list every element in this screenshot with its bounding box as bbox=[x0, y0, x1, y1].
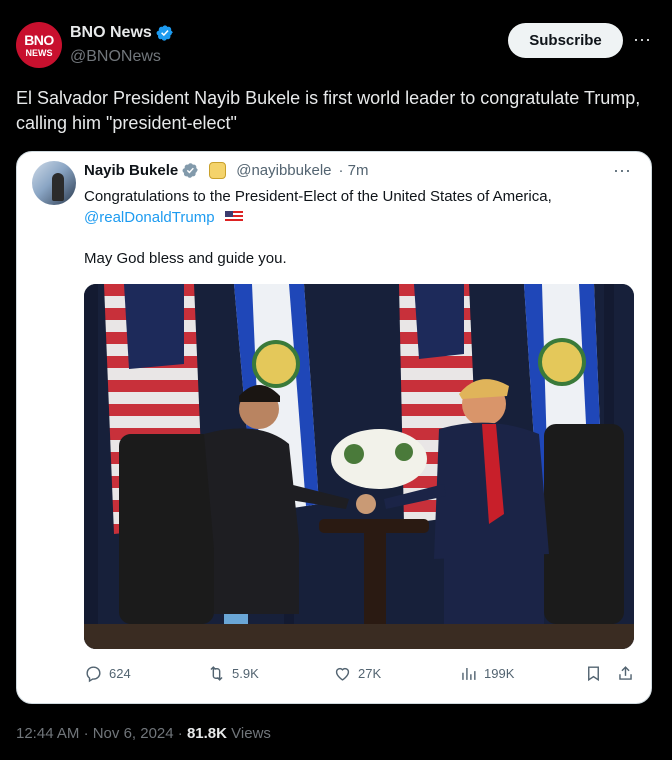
quote-author-name: Nayib Bukele bbox=[84, 162, 179, 179]
quote-action-bar: 624 5.9K 27K 199K bbox=[84, 664, 644, 688]
share-button[interactable] bbox=[616, 664, 635, 683]
mention-link[interactable]: @realDonaldTrump bbox=[84, 209, 215, 226]
quote-avatar[interactable] bbox=[32, 161, 76, 205]
avatar-logo-top: BNO bbox=[24, 31, 54, 48]
affiliate-badge-icon bbox=[209, 162, 227, 179]
bno-avatar[interactable]: BNO NEWS bbox=[16, 22, 62, 68]
quote-text-line1: Congratulations to the President-Elect o… bbox=[84, 188, 552, 205]
quote-author[interactable]: Nayib Bukele @nayibbukele · 7m bbox=[84, 162, 369, 179]
repost-icon bbox=[210, 666, 223, 681]
reply-button[interactable]: 624 bbox=[84, 664, 131, 683]
photo-handshake-image bbox=[84, 284, 634, 649]
tweet-view-count: 81.8K bbox=[186, 725, 227, 742]
views-count: 199K bbox=[484, 666, 515, 681]
quote-time: · 7m bbox=[338, 162, 369, 179]
heart-icon bbox=[335, 667, 350, 681]
quote-photo[interactable] bbox=[84, 284, 634, 649]
avatar-logo-bottom: NEWS bbox=[25, 47, 53, 58]
us-flag-emoji-icon bbox=[224, 211, 243, 223]
repost-button[interactable]: 5.9K bbox=[207, 664, 259, 683]
more-options-icon[interactable]: ··· bbox=[630, 28, 654, 52]
like-count: 27K bbox=[358, 666, 382, 681]
bookmark-button[interactable] bbox=[584, 664, 603, 683]
verified-badge-icon bbox=[156, 25, 173, 41]
like-button[interactable]: 27K bbox=[333, 664, 381, 683]
tweet-text: El Salvador President Nayib Bukele is fi… bbox=[16, 88, 641, 133]
verified-badge-icon bbox=[182, 163, 198, 178]
quote-handle: @nayibbukele bbox=[236, 162, 332, 179]
quote-text: Congratulations to the President-Elect o… bbox=[84, 186, 624, 228]
author-handle[interactable]: @BNONews bbox=[70, 48, 161, 66]
author-name-text: BNO News bbox=[70, 24, 152, 41]
share-icon bbox=[619, 666, 632, 680]
reply-count: 624 bbox=[109, 666, 131, 681]
repost-count: 5.9K bbox=[232, 666, 259, 681]
views-button[interactable]: 199K bbox=[459, 664, 514, 683]
author-name[interactable]: BNO News bbox=[70, 24, 174, 42]
quote-text-line2: May God bless and guide you. bbox=[84, 250, 287, 267]
tweet-time[interactable]: 12:44 AM bbox=[16, 725, 79, 742]
quoted-tweet-card[interactable]: Nayib Bukele @nayibbukele · 7m ··· Congr… bbox=[16, 151, 652, 704]
tweet-views-label: Views bbox=[231, 725, 271, 742]
analytics-bar-icon bbox=[462, 667, 476, 680]
subscribe-button[interactable]: Subscribe bbox=[508, 23, 623, 58]
tweet-meta: 12:44 AM · Nov 6, 2024 · 81.8K Views bbox=[16, 725, 271, 742]
reply-icon bbox=[86, 666, 101, 683]
tweet-date[interactable]: · Nov 6, 2024 · bbox=[84, 725, 183, 742]
quote-more-icon[interactable]: ··· bbox=[613, 160, 631, 181]
bookmark-icon bbox=[588, 666, 599, 682]
